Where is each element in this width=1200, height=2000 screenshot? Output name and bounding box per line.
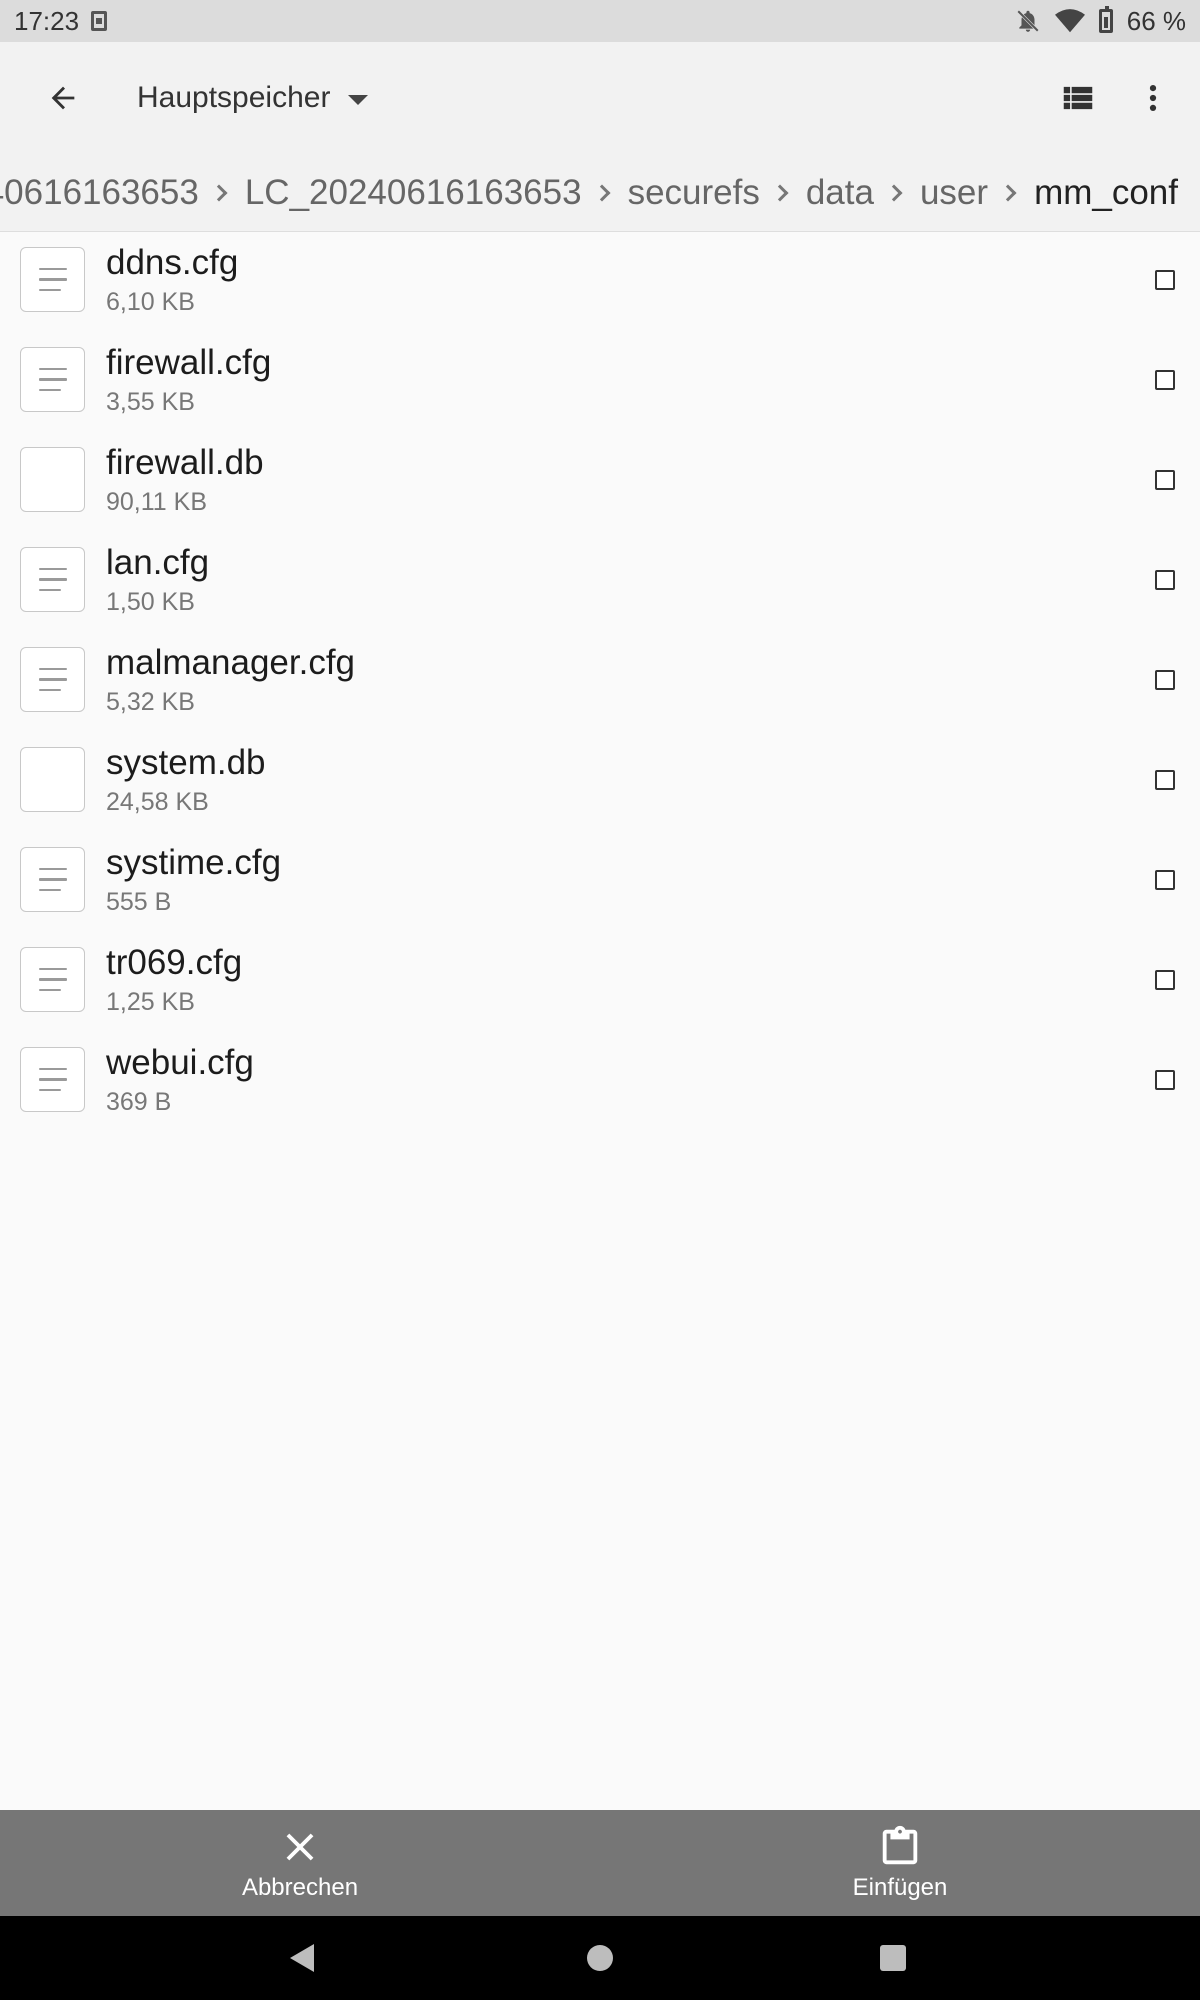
file-size: 5,32 KB	[106, 688, 195, 716]
blank-file-icon	[20, 447, 85, 512]
file-info: systime.cfg 555 B	[106, 842, 281, 918]
text-file-icon	[20, 547, 85, 612]
chevron-right-icon	[210, 184, 228, 202]
file-name: malmanager.cfg	[106, 643, 356, 682]
breadcrumb-item[interactable]: data	[806, 173, 874, 213]
file-size: 90,11 KB	[106, 488, 208, 516]
file-info: firewall.cfg 3,55 KB	[106, 342, 271, 418]
system-nav-bar	[0, 1916, 1200, 2000]
list-item[interactable]: tr069.cfg 1,25 KB	[0, 932, 1200, 1032]
breadcrumb-trail: 20240616163653 LC_20240616163653 securef…	[0, 154, 1178, 231]
file-checkbox[interactable]	[1155, 570, 1175, 590]
storage-selector[interactable]: Hauptspeicher	[137, 81, 369, 115]
chevron-right-icon	[999, 184, 1017, 202]
paste-label: Einfügen	[852, 1874, 948, 1901]
file-info: ddns.cfg 6,10 KB	[106, 242, 238, 318]
file-checkbox[interactable]	[1155, 870, 1175, 890]
file-name: firewall.db	[106, 443, 264, 482]
status-bar-left: 17:23	[14, 5, 108, 37]
file-name: tr069.cfg	[106, 943, 243, 982]
file-info: webui.cfg 369 B	[106, 1042, 254, 1118]
breadcrumb-item[interactable]: 20240616163653	[0, 173, 199, 213]
file-info: tr069.cfg 1,25 KB	[106, 942, 242, 1018]
clipboard-icon	[882, 1825, 918, 1865]
breadcrumb: 20240616163653 LC_20240616163653 securef…	[0, 154, 1200, 232]
file-checkbox[interactable]	[1155, 970, 1175, 990]
file-info: system.db 24,58 KB	[106, 742, 266, 818]
more-options-button[interactable]	[1117, 62, 1189, 134]
file-size: 3,55 KB	[106, 388, 195, 416]
file-name: webui.cfg	[106, 1043, 254, 1082]
battery-percentage: 66 %	[1126, 5, 1186, 36]
action-bar: Abbrechen Einfügen	[0, 1810, 1200, 1916]
chevron-right-icon	[593, 184, 611, 202]
file-checkbox[interactable]	[1155, 770, 1175, 790]
list-item[interactable]: lan.cfg 1,50 KB	[0, 532, 1200, 632]
sim-card-icon	[91, 11, 108, 31]
list-item[interactable]: systime.cfg 555 B	[0, 832, 1200, 932]
wifi-icon	[1054, 9, 1085, 33]
breadcrumb-item[interactable]: LC_20240616163653	[245, 173, 582, 213]
file-size: 1,50 KB	[106, 588, 195, 616]
chevron-right-icon	[771, 184, 789, 202]
file-checkbox[interactable]	[1155, 270, 1175, 290]
nav-recents-icon[interactable]	[880, 1945, 906, 1971]
file-name: ddns.cfg	[106, 243, 239, 282]
breadcrumb-item[interactable]: securefs	[628, 173, 760, 213]
nav-back-icon[interactable]	[290, 1944, 314, 1972]
close-icon	[286, 1833, 314, 1861]
file-checkbox[interactable]	[1155, 670, 1175, 690]
file-name: lan.cfg	[106, 543, 210, 582]
file-size: 555 B	[106, 888, 172, 916]
file-size: 369 B	[106, 1088, 172, 1116]
back-button[interactable]	[27, 62, 99, 134]
cancel-button[interactable]: Abbrechen	[0, 1810, 600, 1916]
storage-title: Hauptspeicher	[137, 81, 331, 114]
file-name: systime.cfg	[106, 843, 282, 882]
list-item[interactable]: firewall.cfg 3,55 KB	[0, 332, 1200, 432]
cancel-label: Abbrechen	[241, 1874, 359, 1901]
breadcrumb-current[interactable]: mm_conf	[1034, 173, 1178, 213]
text-file-icon	[20, 947, 85, 1012]
file-checkbox[interactable]	[1155, 370, 1175, 390]
list-view-button[interactable]	[1042, 62, 1114, 134]
status-time: 17:23	[14, 5, 80, 36]
list-item[interactable]: malmanager.cfg 5,32 KB	[0, 632, 1200, 732]
file-name: system.db	[106, 743, 266, 782]
text-file-icon	[20, 247, 85, 312]
file-list: ddns.cfg 6,10 KB firewall.cfg 3,55 KB fi…	[0, 232, 1200, 1132]
notifications-off-icon	[1016, 10, 1039, 32]
list-view-icon	[1063, 86, 1093, 110]
file-size: 1,25 KB	[106, 988, 195, 1016]
list-item[interactable]: ddns.cfg 6,10 KB	[0, 232, 1200, 332]
file-info: malmanager.cfg 5,32 KB	[106, 642, 355, 718]
status-bar: 17:23 66 %	[0, 0, 1200, 42]
blank-file-icon	[20, 747, 85, 812]
file-name: firewall.cfg	[106, 343, 272, 382]
toolbar: Hauptspeicher	[0, 42, 1200, 154]
back-arrow-icon	[51, 86, 75, 110]
file-info: lan.cfg 1,50 KB	[106, 542, 209, 618]
dropdown-icon	[348, 95, 369, 105]
status-bar-right: 66 %	[1015, 6, 1186, 37]
battery-icon	[1098, 6, 1113, 33]
file-size: 24,58 KB	[106, 788, 209, 816]
list-item[interactable]: firewall.db 90,11 KB	[0, 432, 1200, 532]
nav-home-icon[interactable]	[587, 1945, 613, 1971]
file-checkbox[interactable]	[1155, 470, 1175, 490]
list-item[interactable]: webui.cfg 369 B	[0, 1032, 1200, 1132]
text-file-icon	[20, 1047, 85, 1112]
file-size: 6,10 KB	[106, 288, 195, 316]
text-file-icon	[20, 347, 85, 412]
file-info: firewall.db 90,11 KB	[106, 442, 264, 518]
file-checkbox[interactable]	[1155, 1070, 1175, 1090]
text-file-icon	[20, 847, 85, 912]
text-file-icon	[20, 647, 85, 712]
more-vert-icon	[1149, 84, 1157, 112]
breadcrumb-item[interactable]: user	[920, 173, 988, 213]
paste-button[interactable]: Einfügen	[600, 1810, 1200, 1916]
chevron-right-icon	[885, 184, 903, 202]
list-item[interactable]: system.db 24,58 KB	[0, 732, 1200, 832]
